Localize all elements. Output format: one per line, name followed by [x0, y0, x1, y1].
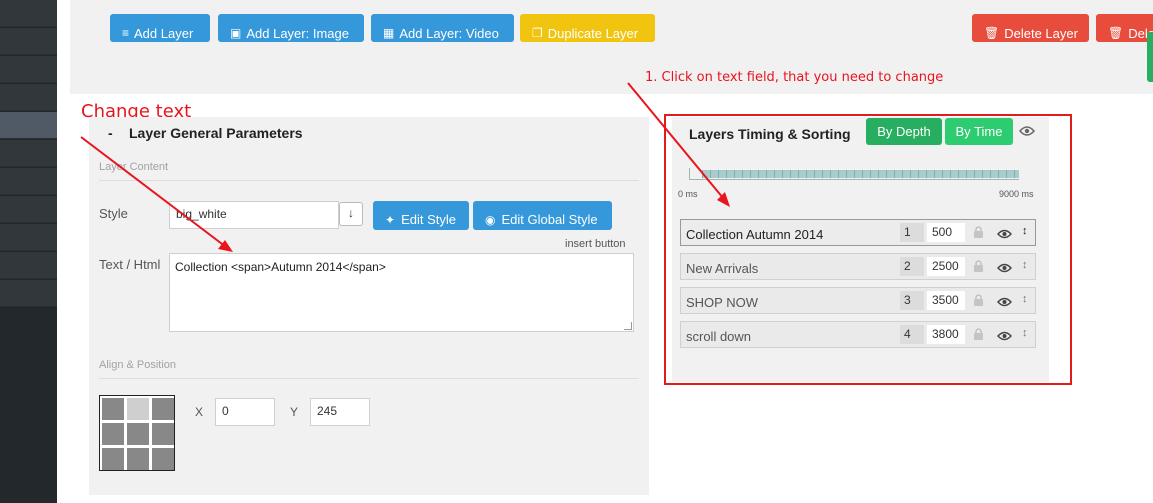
align-position-heading: Align & Position [99, 359, 177, 371]
add-layer-label: Add Layer [134, 26, 194, 41]
trash-icon: 🗑 [984, 26, 1000, 40]
layer-toolbar: ≡ Add Layer ▣ Add Layer: Image ▦ Add Lay… [70, 0, 1153, 94]
sidebar-menu-item[interactable] [0, 168, 57, 195]
sidebar-menu-item[interactable] [0, 140, 57, 167]
duplicate-layer-button[interactable]: ❐ Duplicate Layer [520, 14, 655, 42]
save-button-edge[interactable] [1147, 32, 1153, 82]
sidebar-menu-item[interactable] [0, 224, 57, 251]
sidebar-menu-item[interactable] [0, 0, 57, 27]
text-html-value: Collection <span>Autumn 2014</span> [175, 260, 386, 274]
copy-icon: ❐ [532, 26, 543, 40]
layers-icon: ≡ [122, 26, 130, 40]
alignment-grid [99, 395, 175, 471]
sidebar-menu-item[interactable] [0, 84, 57, 111]
add-layer-image-button[interactable]: ▣ Add Layer: Image [218, 14, 364, 42]
layer-general-parameters-panel: - Layer General Parameters Layer Content … [89, 117, 649, 495]
add-layer-button[interactable]: ≡ Add Layer [110, 14, 210, 42]
sidebar-menu-item[interactable] [0, 56, 57, 83]
align-middle-center[interactable] [127, 423, 149, 445]
text-html-label: Text / Html [99, 257, 161, 272]
panel-title-text: Layer General Parameters [129, 125, 303, 141]
sidebar-menu-item[interactable] [0, 196, 57, 223]
delete-layer-button[interactable]: 🗑 Delete Layer [972, 14, 1089, 42]
trash-icon: 🗑 [1108, 26, 1124, 40]
edit-global-style-label: Edit Global Style [501, 212, 598, 227]
align-middle-right[interactable] [152, 423, 174, 445]
sidebar-menu-item[interactable] [0, 280, 57, 307]
edit-style-label: Edit Style [401, 212, 456, 227]
align-bottom-center[interactable] [127, 448, 149, 470]
align-top-right[interactable] [152, 398, 174, 420]
palette-icon: ◉ [485, 213, 496, 227]
align-bottom-left[interactable] [102, 448, 124, 470]
sidebar-menu-item[interactable] [0, 252, 57, 279]
add-layer-video-button[interactable]: ▦ Add Layer: Video [371, 14, 514, 42]
add-layer-video-label: Add Layer: Video [399, 26, 499, 41]
style-dropdown-button[interactable]: ↓ [339, 202, 363, 226]
image-icon: ▣ [230, 26, 242, 40]
collapse-toggle[interactable]: - [108, 125, 129, 141]
y-position-input[interactable]: 245 [310, 398, 370, 426]
align-top-center[interactable] [127, 398, 149, 420]
highlight-box [664, 114, 1072, 385]
wand-icon: ✦ [385, 213, 396, 227]
section-divider [99, 180, 639, 181]
delete-layer-label: Delete Layer [1004, 26, 1078, 41]
delete-all-layers-button[interactable]: 🗑 Dele [1096, 14, 1153, 42]
style-input[interactable]: big_white [169, 201, 339, 229]
add-layer-image-label: Add Layer: Image [246, 26, 349, 41]
edit-style-button[interactable]: ✦ Edit Style [373, 201, 469, 230]
align-bottom-right[interactable] [152, 448, 174, 470]
sidebar-menu-item[interactable] [0, 28, 57, 55]
align-top-left[interactable] [102, 398, 124, 420]
x-label: X [195, 405, 204, 419]
layer-content-heading: Layer Content [99, 161, 169, 173]
insert-button-link[interactable]: insert button [565, 238, 626, 250]
sidebar-menu-item-active[interactable] [0, 112, 57, 139]
section-divider [99, 378, 639, 379]
step-annotation: 1. Click on text field, that you need to… [645, 70, 944, 85]
y-label: Y [290, 405, 299, 419]
edit-global-style-button[interactable]: ◉ Edit Global Style [473, 201, 612, 230]
admin-sidebar [0, 0, 57, 503]
x-position-input[interactable]: 0 [215, 398, 275, 426]
film-icon: ▦ [383, 26, 395, 40]
text-html-field[interactable]: Collection <span>Autumn 2014</span> [169, 253, 634, 332]
style-label: Style [99, 206, 128, 221]
align-middle-left[interactable] [102, 423, 124, 445]
panel-title: - Layer General Parameters [108, 125, 303, 141]
duplicate-layer-label: Duplicate Layer [547, 26, 639, 41]
resize-grip[interactable] [624, 322, 632, 330]
